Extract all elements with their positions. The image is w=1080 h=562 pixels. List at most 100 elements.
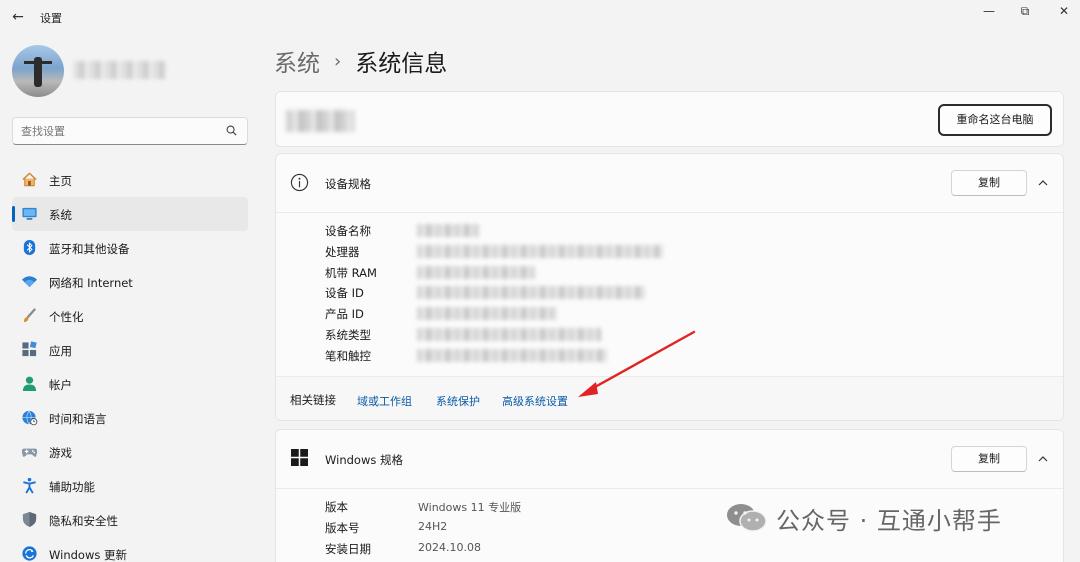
sidebar-item-bluetooth[interactable]: 蓝牙和其他设备 [12,231,248,265]
device-specs-title: 设备规格 [325,177,371,191]
spec-value-redacted [417,307,557,321]
sidebar-item-accessibility[interactable]: 辅助功能 [12,469,248,503]
avatar-figure [34,57,42,87]
info-icon [290,173,309,192]
accessibility-icon [23,477,36,494]
windows-specs-list: 版本 Windows 11 专业版 版本号 24H2 安装日期 2024.10.… [325,496,725,558]
account-icon [22,376,37,392]
spec-row-install-date: 安装日期 2024.10.08 [325,538,725,559]
breadcrumb-separator: › [334,50,342,72]
spec-label: 版本 [325,500,348,514]
chevron-up-icon[interactable] [1036,452,1050,466]
rename-pc-button[interactable]: 重命名这台电脑 [938,104,1052,136]
sidebar-item-label: 蓝牙和其他设备 [49,242,130,256]
copy-device-specs-button[interactable]: 复制 [951,170,1027,196]
spec-row-device-name: 设备名称 [325,220,725,241]
spec-label: 产品 ID [325,307,364,322]
avatar[interactable] [12,45,64,97]
divider [276,488,1063,489]
pc-name-card: 重命名这台电脑 [275,91,1064,147]
related-links-label: 相关链接 [290,393,336,407]
spec-row-device-id: 设备 ID [325,282,725,303]
spec-value-redacted [417,244,663,258]
spec-label: 安装日期 [325,541,371,556]
sidebar-item-system[interactable]: 系统 [12,197,248,231]
sidebar-item-apps[interactable]: 应用 [12,333,248,367]
divider [276,212,1063,213]
sidebar-item-label: 个性化 [49,310,84,324]
sidebar-item-personalization[interactable]: 个性化 [12,299,248,333]
sidebar-item-home[interactable]: 主页 [12,163,248,197]
domain-workgroup-link[interactable]: 域或工作组 [357,393,412,409]
breadcrumb: 系统 › 系统信息 [274,44,447,78]
spec-label: 设备 ID [325,286,364,301]
sidebar-item-label: 时间和语言 [49,412,107,426]
sidebar-item-gaming[interactable]: 游戏 [12,435,248,469]
windows-logo-icon [291,449,308,466]
maximize-button[interactable]: ⧉ [1010,2,1040,20]
search-icon[interactable] [226,125,237,136]
title-bar: ← 设置 — ⧉ ✕ [0,0,1080,34]
close-button[interactable]: ✕ [1049,2,1079,20]
gamepad-icon [21,448,38,457]
sidebar-item-label: 隐私和安全性 [49,514,118,528]
sidebar-item-label: 帐户 [49,378,72,392]
spec-value: 2024.10.08 [418,540,481,554]
sidebar-item-label: 辅助功能 [49,480,95,494]
sidebar-item-network[interactable]: 网络和 Internet [12,265,248,299]
username-redacted [74,61,166,79]
spec-label: 笔和触控 [325,348,371,363]
shield-icon [22,511,37,528]
windows-specs-title: Windows 规格 [325,453,403,467]
sidebar-item-accounts[interactable]: 帐户 [12,367,248,401]
spec-row-edition: 版本 Windows 11 专业版 [325,496,725,517]
bluetooth-icon [23,239,36,256]
watermark-text: 公众号 · 互通小帮手 [776,506,1002,535]
spec-value: Windows 11 专业版 [418,501,522,514]
home-icon [22,172,37,187]
breadcrumb-parent-link[interactable]: 系统 [274,44,320,78]
minimize-button[interactable]: — [974,2,1004,20]
back-button[interactable]: ← [8,8,28,26]
annotation-arrow [578,330,696,397]
system-protection-link[interactable]: 系统保护 [436,393,480,409]
sidebar-item-label: 游戏 [49,446,72,460]
windows-specs-header[interactable]: Windows 规格 复制 [276,430,1063,488]
brush-icon [23,308,37,323]
globe-icon [22,410,38,426]
sidebar-item-label: 主页 [49,174,72,188]
windows-specs-card: Windows 规格 复制 版本 Windows 11 专业版 版本号 24H2… [275,429,1064,562]
windows-update-icon [22,546,37,561]
sidebar-item-windows-update[interactable]: Windows 更新 [12,537,248,562]
spec-value-redacted [417,224,479,237]
pc-name-redacted [286,110,354,132]
spec-label: 系统类型 [325,327,371,342]
advanced-system-settings-link[interactable]: 高级系统设置 [502,393,568,409]
spec-row-product-id: 产品 ID [325,303,725,324]
system-icon [22,207,37,220]
app-title: 设置 [40,12,62,25]
spec-value: 24H2 [418,519,448,533]
wifi-icon [21,276,38,288]
page-title: 系统信息 [355,51,448,77]
spec-row-ram: 机带 RAM [325,262,725,283]
spec-label: 设备名称 [325,224,371,238]
spec-row-processor: 处理器 [325,241,725,262]
sidebar-item-label: 系统 [49,208,72,222]
sidebar-nav: 主页 系统 蓝牙和其他设备 网络和 Internet 个性化 应用 帐户 时间和… [12,163,248,562]
search-box[interactable] [12,117,248,145]
sidebar-item-time-language[interactable]: 时间和语言 [12,401,248,435]
sidebar-item-label: 应用 [49,344,72,358]
chevron-up-icon[interactable] [1036,176,1050,190]
copy-windows-specs-button[interactable]: 复制 [951,446,1027,472]
spec-label: 处理器 [325,244,360,259]
spec-label: 版本号 [325,520,360,535]
watermark: 公众号 · 互通小帮手 [726,500,1002,536]
sidebar-item-privacy[interactable]: 隐私和安全性 [12,503,248,537]
apps-icon [22,341,37,357]
device-specs-header[interactable]: 设备规格 复制 [276,154,1063,212]
spec-value-redacted [417,286,645,300]
search-input[interactable] [21,123,221,139]
wechat-icon [727,504,767,532]
sidebar-item-label: Windows 更新 [49,548,127,562]
